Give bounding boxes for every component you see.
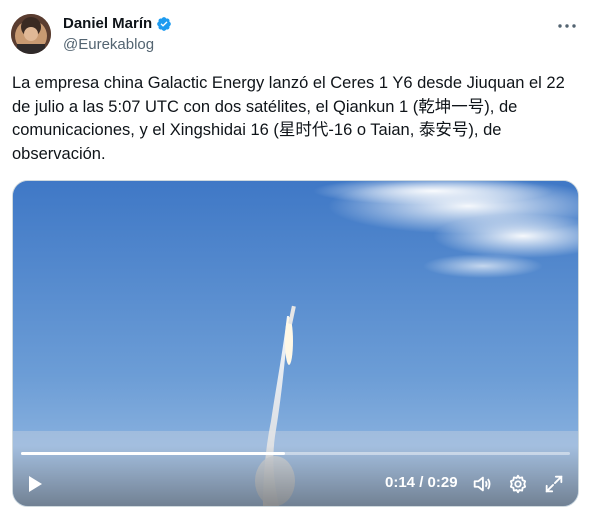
author-display-name[interactable]: Daniel Marín: [63, 15, 152, 32]
avatar[interactable]: [11, 14, 51, 54]
verified-badge-icon[interactable]: [156, 16, 172, 32]
video-controls-overlay: [13, 446, 578, 506]
video-time-display: 0:14 / 0:29: [385, 474, 458, 491]
more-options-icon[interactable]: [556, 18, 578, 34]
video-duration: 0:29: [427, 474, 458, 491]
video-player[interactable]: 0:14 / 0:29: [12, 180, 579, 507]
volume-icon[interactable]: [471, 473, 493, 495]
tweet-text: La empresa china Galactic Energy lanzó e…: [12, 74, 565, 163]
play-icon[interactable]: [25, 474, 45, 494]
fullscreen-icon[interactable]: [543, 473, 565, 495]
avatar-image: [11, 14, 51, 54]
video-progress-fill: [21, 452, 285, 455]
video-current-time: 0:14: [385, 474, 416, 491]
settings-gear-icon[interactable]: [507, 473, 529, 495]
author-handle[interactable]: @Eurekablog: [63, 36, 154, 53]
author-name-row[interactable]: Daniel Marín: [63, 15, 172, 32]
time-separator: /: [419, 474, 428, 491]
video-progress-bar[interactable]: [21, 452, 570, 455]
